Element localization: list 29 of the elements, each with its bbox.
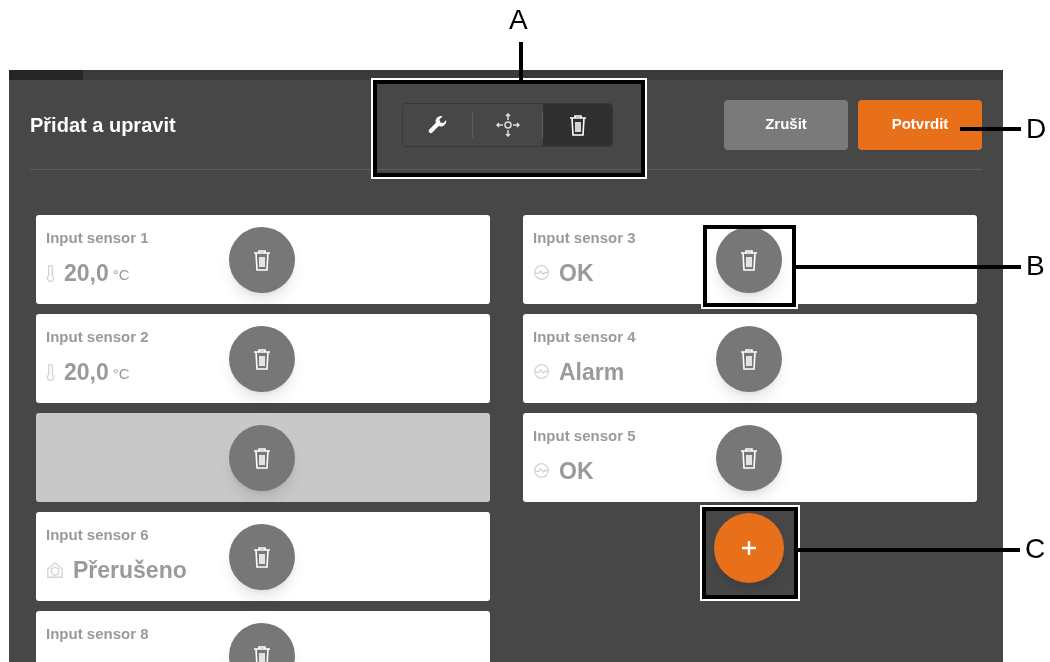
sensor-value: OK [559,456,594,486]
sensor-name: Input sensor 1 [46,228,149,248]
callout-letter: B [1026,252,1045,280]
sensor-tile[interactable]: Input sensor 8 [36,611,490,662]
sensor-value: OK [559,258,594,288]
callout-letter: A [509,6,528,34]
confirm-button[interactable]: Potvrdit [858,99,982,150]
sensor-name: Input sensor 5 [533,426,636,446]
sensor-name: Input sensor 8 [46,624,149,644]
callout-letter: C [1025,535,1046,563]
unit-label: °C [112,363,130,384]
sensor-value: 20,0 [64,258,109,288]
sensor-tile[interactable]: Input sensor 3 OK [523,215,977,304]
sensor-name: Input sensor 3 [533,228,636,248]
callout-letter: D [1026,115,1047,143]
cancel-button[interactable]: Zrušit [724,99,848,150]
sensor-tile[interactable]: Input sensor 6 Přerušeno [36,512,490,601]
sensor-tile[interactable]: Input sensor 4 Alarm [523,314,977,403]
sensor-value: Alarm [559,357,625,387]
sensor-value: Přerušeno [73,555,187,585]
sensor-tile[interactable]: Input sensor 1 20,0 °C [36,215,490,304]
sensor-tile[interactable]: Input sensor 5 OK [523,413,977,502]
sensor-tile[interactable]: Input sensor 2 20,0 °C [36,314,490,403]
sensor-name: Input sensor 4 [533,327,636,347]
dialog-title: Přidat a upravit [30,112,177,138]
sensor-value: 20,0 [64,357,109,387]
sensor-name: Input sensor 6 [46,525,149,545]
sensor-name: Input sensor 2 [46,327,149,347]
unit-label: °C [112,264,130,285]
